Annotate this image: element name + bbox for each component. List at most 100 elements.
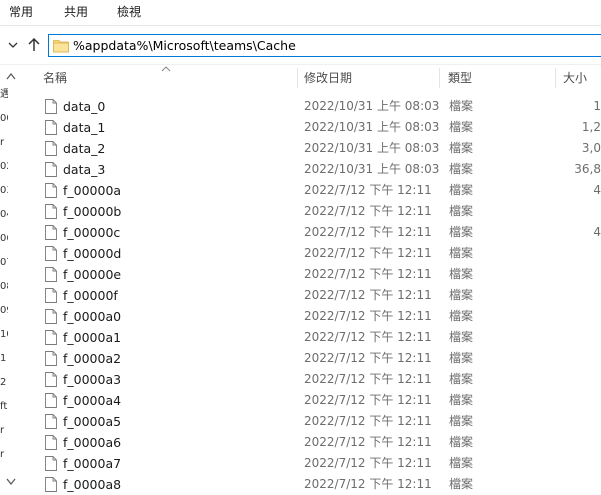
file-date-modified: 2022/7/12 下午 12:11 (304, 477, 432, 491)
file-name: f_00000e (63, 267, 122, 282)
file-type: 檔案 (449, 309, 474, 323)
file-icon (45, 183, 57, 198)
file-date-modified: 2022/7/12 下午 12:11 (304, 351, 432, 365)
navpane-item[interactable]: 2 (0, 376, 8, 390)
file-size (541, 390, 601, 411)
file-row[interactable]: data_1 2022/10/31 上午 08:03 檔案 1,2 (20, 117, 601, 138)
file-row[interactable]: f_0000a2 2022/7/12 下午 12:11 檔案 (20, 348, 601, 369)
file-type: 檔案 (449, 246, 474, 260)
file-name: f_0000a7 (63, 456, 122, 471)
file-row[interactable]: f_0000a4 2022/7/12 下午 12:11 檔案 (20, 390, 601, 411)
file-size (541, 411, 601, 432)
navpane-item[interactable]: 06 (0, 232, 8, 246)
file-icon (45, 204, 57, 219)
file-size (541, 327, 601, 348)
navpane-item[interactable]: 1 (0, 352, 8, 366)
scroll-up-icon[interactable] (6, 72, 16, 80)
navpane-item[interactable]: 04 (0, 208, 8, 222)
tab-home[interactable]: 常用 (9, 4, 33, 22)
file-icon (45, 288, 57, 303)
file-size: 4 (593, 183, 601, 197)
file-row[interactable]: f_0000a7 2022/7/12 下午 12:11 檔案 (20, 453, 601, 474)
address-input[interactable]: %appdata%\Microsoft\teams\Cache (48, 34, 601, 57)
file-date-modified: 2022/10/31 上午 08:03 (304, 120, 440, 134)
file-date-modified: 2022/7/12 下午 12:11 (304, 288, 432, 302)
file-row[interactable]: data_3 2022/10/31 上午 08:03 檔案 36,8 (20, 159, 601, 180)
file-size: 1,2 (581, 120, 601, 134)
file-type: 檔案 (449, 204, 474, 218)
file-size (541, 201, 601, 222)
file-type: 檔案 (449, 120, 474, 134)
file-row[interactable]: data_0 2022/10/31 上午 08:03 檔案 1 (20, 96, 601, 117)
navpane-item[interactable]: 08 (0, 280, 8, 294)
file-icon (45, 120, 57, 135)
file-date-modified: 2022/7/12 下午 12:11 (304, 309, 432, 323)
file-size: 1 (593, 99, 601, 113)
file-icon (45, 393, 57, 408)
file-icon (45, 225, 57, 240)
navpane-item[interactable]: 03 (0, 184, 8, 198)
file-name: f_0000a3 (63, 372, 122, 387)
file-row[interactable]: f_0000a6 2022/7/12 下午 12:11 檔案 (20, 432, 601, 453)
navpane-item[interactable]: r (0, 424, 8, 438)
file-name: f_0000a0 (63, 309, 122, 324)
file-icon (45, 414, 57, 429)
navpane-item[interactable]: 07 (0, 256, 8, 270)
ribbon: 常用 共用 檢視 (0, 0, 601, 26)
file-icon (45, 141, 57, 156)
navpane-item[interactable]: 00 (0, 112, 8, 126)
file-row[interactable]: f_0000a0 2022/7/12 下午 12:11 檔案 (20, 306, 601, 327)
file-type: 檔案 (449, 435, 474, 449)
navpane-item[interactable]: 09 (0, 304, 8, 318)
column-header-type[interactable]: 類型 (448, 66, 472, 90)
file-row[interactable]: f_00000d 2022/7/12 下午 12:11 檔案 (20, 243, 601, 264)
file-date-modified: 2022/10/31 上午 08:03 (304, 162, 440, 176)
file-row[interactable]: f_00000c 2022/7/12 下午 12:11 檔案 4 (20, 222, 601, 243)
file-name: f_0000a6 (63, 435, 122, 450)
file-name: f_00000b (63, 204, 122, 219)
file-date-modified: 2022/7/12 下午 12:11 (304, 456, 432, 470)
file-size (541, 474, 601, 495)
file-row[interactable]: f_00000a 2022/7/12 下午 12:11 檔案 4 (20, 180, 601, 201)
file-size (541, 453, 601, 474)
file-name: f_0000a2 (63, 351, 122, 366)
chevron-down-icon[interactable] (7, 39, 19, 51)
file-row[interactable]: f_0000a1 2022/7/12 下午 12:11 檔案 (20, 327, 601, 348)
scroll-down-icon[interactable] (6, 478, 16, 486)
file-row[interactable]: data_2 2022/10/31 上午 08:03 檔案 3,0 (20, 138, 601, 159)
file-list: 名稱 修改日期 類型 大小 data_0 2022/10/31 上午 08:03 檔… (20, 66, 601, 495)
column-divider[interactable] (297, 68, 298, 88)
file-type: 檔案 (449, 477, 474, 491)
file-row[interactable]: f_00000f 2022/7/12 下午 12:11 檔案 (20, 285, 601, 306)
file-type: 檔案 (449, 288, 474, 302)
column-divider[interactable] (439, 68, 440, 88)
file-row[interactable]: f_0000a3 2022/7/12 下午 12:11 檔案 (20, 369, 601, 390)
tab-share[interactable]: 共用 (64, 4, 88, 22)
file-row[interactable]: f_0000a8 2022/7/12 下午 12:11 檔案 (20, 474, 601, 495)
file-name: data_2 (63, 141, 106, 156)
navpane-item[interactable]: 遇 (0, 88, 8, 102)
file-name: f_00000c (63, 225, 121, 240)
navpane-item[interactable]: r (0, 448, 8, 462)
file-date-modified: 2022/7/12 下午 12:11 (304, 372, 432, 386)
file-row[interactable]: f_00000b 2022/7/12 下午 12:11 檔案 (20, 201, 601, 222)
file-icon (45, 309, 57, 324)
file-size (541, 348, 601, 369)
column-header-name[interactable]: 名稱 (43, 66, 67, 90)
file-row[interactable]: f_0000a5 2022/7/12 下午 12:11 檔案 (20, 411, 601, 432)
column-header-date[interactable]: 修改日期 (304, 66, 352, 90)
navpane-item[interactable]: r (0, 136, 8, 150)
navpane-item[interactable]: 10 (0, 328, 8, 342)
file-row[interactable]: f_00000e 2022/7/12 下午 12:11 檔案 (20, 264, 601, 285)
tab-view[interactable]: 檢視 (117, 4, 141, 22)
file-size (541, 285, 601, 306)
folder-icon (53, 40, 69, 53)
file-date-modified: 2022/7/12 下午 12:11 (304, 204, 432, 218)
file-type: 檔案 (449, 99, 474, 113)
up-arrow-icon[interactable] (26, 37, 42, 53)
column-divider[interactable] (555, 68, 556, 88)
column-header-size[interactable]: 大小 (563, 66, 587, 90)
file-icon (45, 477, 57, 492)
navpane-item[interactable]: 02 (0, 160, 8, 174)
navpane-item[interactable]: ft (0, 400, 8, 414)
